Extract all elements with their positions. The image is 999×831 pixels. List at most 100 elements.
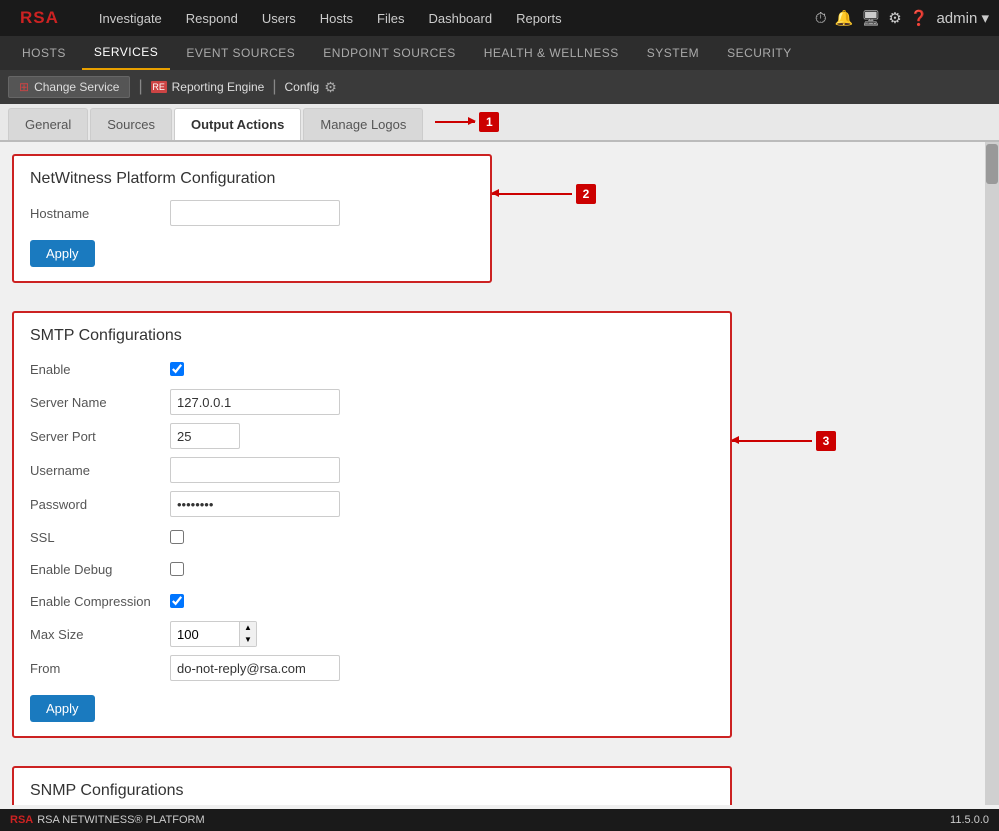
smtp-ssl-row: SSL [30,525,714,549]
tab-output-actions[interactable]: Output Actions [174,108,301,140]
annotation-1-box: 1 [479,112,499,132]
annotation-2-container: 2 [492,184,596,204]
config-gear-icon[interactable]: ⚙ [324,79,337,96]
subnav-health[interactable]: HEALTH & WELLNESS [472,36,631,70]
annotation-1-line [435,121,475,123]
apply-button-1[interactable]: Apply [30,240,95,267]
smtp-username-input[interactable] [170,457,340,483]
nav-files[interactable]: Files [365,0,416,36]
smtp-config-section: SMTP Configurations Enable Server Name S… [12,311,732,738]
smtp-enable-compression-label: Enable Compression [30,594,170,609]
scrollbar-thumb[interactable] [986,144,998,184]
smtp-max-size-stepper: ▲ ▼ [240,621,257,647]
clock-icon[interactable]: ⏱ [815,10,827,27]
hostname-label: Hostname [30,206,170,221]
bottom-version: 11.5.0.0 [950,814,989,826]
nav-users[interactable]: Users [250,0,308,36]
annotation-1-arrowhead [468,117,476,125]
smtp-enable-compression-checkbox[interactable] [170,594,184,608]
smtp-username-row: Username [30,457,714,483]
bell-icon[interactable]: 🔔 [835,9,854,27]
annotation-1-container: 1 [435,112,499,132]
snmp-section-wrap: SNMP Configurations Enable Server Name S… [12,766,973,805]
breadcrumb-engine: RE Reporting Engine [151,80,265,94]
smtp-max-size-down[interactable]: ▼ [240,634,256,646]
nav-respond[interactable]: Respond [174,0,250,36]
annotation-3-box: 3 [816,431,836,451]
smtp-enable-label: Enable [30,362,170,377]
help-icon[interactable]: ❓ [910,9,929,27]
smtp-password-row: Password [30,491,714,517]
smtp-server-port-label: Server Port [30,429,170,444]
smtp-server-port-input[interactable] [170,423,240,449]
hostname-row: Hostname [30,200,474,226]
main-content: NetWitness Platform Configuration Hostna… [0,142,999,805]
bottom-platform-text: RSA NETWITNESS® PLATFORM [37,814,204,826]
top-nav-icons: ⏱ 🔔 🖥 ⚙ ❓ admin ▾ [815,9,989,27]
change-service-button[interactable]: ⊞ Change Service [8,76,130,98]
smtp-from-input[interactable] [170,655,340,681]
admin-menu[interactable]: admin ▾ [936,9,989,27]
smtp-password-input[interactable] [170,491,340,517]
engine-icon: RE [151,81,167,93]
smtp-enable-checkbox[interactable] [170,362,184,376]
annotation-3-arrowhead [731,436,739,444]
subnav-endpoint-sources[interactable]: ENDPOINT SOURCES [311,36,467,70]
smtp-ssl-label: SSL [30,530,170,545]
smtp-enable-debug-row: Enable Debug [30,557,714,581]
bottom-bar: RSA RSA NETWITNESS® PLATFORM 11.5.0.0 [0,809,999,831]
annotation-2-line [492,193,572,195]
bottom-logo: RSA RSA NETWITNESS® PLATFORM [10,814,205,826]
hostname-input[interactable] [170,200,340,226]
smtp-server-name-input[interactable] [170,389,340,415]
annotation-3-container: 3 [732,431,836,451]
smtp-max-size-wrap: ▲ ▼ [170,621,257,647]
subnav-hosts[interactable]: HOSTS [10,36,78,70]
breadcrumb-bar: ⊞ Change Service | RE Reporting Engine |… [0,70,999,104]
smtp-enable-debug-checkbox[interactable] [170,562,184,576]
nav-investigate[interactable]: Investigate [87,0,174,36]
annotation-3-line [732,440,812,442]
smtp-server-port-row: Server Port [30,423,714,449]
smtp-max-size-input[interactable] [170,621,240,647]
bottom-rsa-text: RSA [10,814,33,826]
smtp-username-label: Username [30,463,170,478]
scrollbar[interactable] [985,142,999,805]
smtp-server-name-label: Server Name [30,395,170,410]
smtp-max-size-up[interactable]: ▲ [240,622,256,634]
smtp-server-name-row: Server Name [30,389,714,415]
netwitness-section-title: NetWitness Platform Configuration [30,170,474,188]
subnav-system[interactable]: SYSTEM [635,36,711,70]
sub-nav: HOSTS SERVICES EVENT SOURCES ENDPOINT SO… [0,36,999,70]
content-area: NetWitness Platform Configuration Hostna… [0,142,985,805]
netwitness-section-wrap: NetWitness Platform Configuration Hostna… [12,154,973,297]
tools-icon[interactable]: ⚙ [888,9,901,27]
snmp-config-section: SNMP Configurations Enable Server Name S… [12,766,732,805]
subnav-security[interactable]: SECURITY [715,36,804,70]
change-service-icon: ⊞ [19,80,29,94]
subnav-event-sources[interactable]: EVENT SOURCES [174,36,307,70]
smtp-max-size-label: Max Size [30,627,170,642]
smtp-section-title: SMTP Configurations [30,327,714,345]
smtp-ssl-checkbox[interactable] [170,530,184,544]
change-service-label: Change Service [34,80,119,94]
snmp-section-title: SNMP Configurations [30,782,714,800]
tab-sources[interactable]: Sources [90,108,172,140]
logo-rsa: RSA [20,8,59,28]
smtp-section-wrap: SMTP Configurations Enable Server Name S… [12,311,973,752]
tabs-row: General Sources Output Actions Manage Lo… [0,104,999,142]
nav-dashboard[interactable]: Dashboard [416,0,504,36]
apply-button-2[interactable]: Apply [30,695,95,722]
netwitness-config-section: NetWitness Platform Configuration Hostna… [12,154,492,283]
tab-manage-logos[interactable]: Manage Logos [303,108,423,140]
smtp-enable-row: Enable [30,357,714,381]
smtp-max-size-row: Max Size ▲ ▼ [30,621,714,647]
tab-general[interactable]: General [8,108,88,140]
desktop-icon[interactable]: 🖥 [861,9,880,27]
breadcrumb-sep1: | [138,78,142,96]
subnav-services[interactable]: SERVICES [82,36,170,70]
annotation-2-box: 2 [576,184,596,204]
nav-reports[interactable]: Reports [504,0,574,36]
rsa-logo: RSA [10,0,69,36]
nav-hosts[interactable]: Hosts [308,0,365,36]
